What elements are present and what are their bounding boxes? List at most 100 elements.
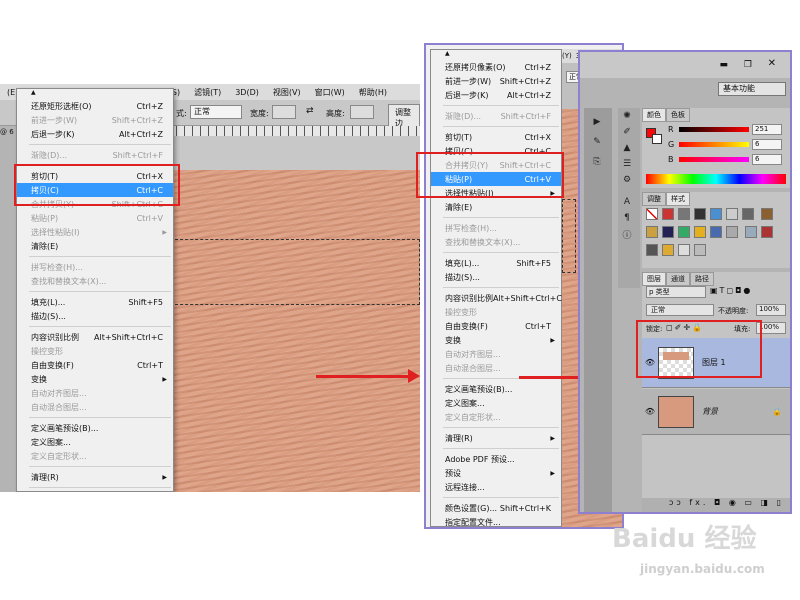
menu-item[interactable]: 自动对齐图层... <box>431 347 561 361</box>
menu-item[interactable]: 定义自定形状... <box>431 410 561 424</box>
scroll-up-icon[interactable]: ▲ <box>17 89 173 99</box>
menu-item[interactable]: 还原矩形选框(O) Ctrl+Z <box>17 99 173 113</box>
menu-item[interactable]: 变换 ▶ <box>17 372 173 386</box>
menu-item[interactable]: 自动对齐图层... <box>17 386 173 400</box>
panel-tab[interactable]: 样式 <box>666 192 690 206</box>
opacity-field[interactable]: 100% <box>756 304 786 316</box>
channel-value[interactable]: 251 <box>752 124 782 135</box>
menu-item[interactable]: 定义自定形状... <box>17 449 173 463</box>
layer-actions[interactable]: ↄↄ fx. ◘ ◉ ▭ ◨ ▯ <box>642 498 790 512</box>
layer-row-background[interactable]: 👁 背景 🔒 <box>642 389 790 435</box>
panel-tab[interactable]: 调整 <box>642 192 666 206</box>
menu-item[interactable]: 自由变换(F) Ctrl+T <box>431 319 561 333</box>
menu-item[interactable]: 填充(L)... Shift+F5 <box>17 295 173 309</box>
menu-item[interactable]: 定义图案... <box>431 396 561 410</box>
sliders-icon[interactable]: ☰ <box>618 156 636 172</box>
menu-bar-item[interactable]: 滤镜(T) <box>187 87 228 98</box>
style-swatch[interactable] <box>726 208 738 220</box>
menu-item[interactable]: 填充(L)... Shift+F5 <box>431 256 561 270</box>
channel-value[interactable]: 6 <box>752 139 782 150</box>
panel-tab[interactable]: 路径 <box>690 272 714 286</box>
menu-item[interactable]: 指定配置文件... <box>431 515 561 527</box>
menu-item[interactable]: 拼写检查(H)... <box>17 260 173 274</box>
menu-item[interactable]: 查找和替换文本(X)... <box>431 235 561 249</box>
style-swatch[interactable] <box>646 226 658 238</box>
settings-icon[interactable]: ⚙ <box>618 172 636 188</box>
color-spectrum[interactable] <box>646 174 786 184</box>
menu-item[interactable]: 清除(E) <box>431 200 561 214</box>
menu-item[interactable]: 拼写检查(H)... <box>431 221 561 235</box>
style-swatch[interactable] <box>760 226 773 238</box>
play-icon[interactable]: ▶ <box>588 114 606 130</box>
menu-item[interactable]: Adobe PDF 预设... <box>431 452 561 466</box>
menu-bar-item[interactable]: 窗口(W) <box>308 87 352 98</box>
channel-value[interactable]: 6 <box>752 154 782 165</box>
style-swatch[interactable] <box>694 244 706 256</box>
menu-item[interactable]: 内容识别比例 Alt+Shift+Ctrl+C <box>17 330 173 344</box>
menu-item[interactable]: 自由变换(F) Ctrl+T <box>17 358 173 372</box>
menu-item[interactable]: 定义画笔预设(B)... <box>17 421 173 435</box>
height-field[interactable] <box>350 105 374 119</box>
style-swatch[interactable] <box>742 208 754 220</box>
menu-item[interactable]: 自动混合图层... <box>431 361 561 375</box>
eye-icon[interactable]: 👁 <box>642 407 658 416</box>
menu-item[interactable]: 操控变形 <box>17 344 173 358</box>
style-swatch[interactable] <box>678 244 690 256</box>
style-swatch[interactable] <box>662 244 674 256</box>
style-swatch[interactable] <box>726 226 738 238</box>
menu-item[interactable]: 渐隐(D)... Shift+Ctrl+F <box>431 109 561 123</box>
style-swatch[interactable] <box>678 226 690 238</box>
menu-item[interactable]: 后退一步(K) Alt+Ctrl+Z <box>431 88 561 102</box>
menu-item[interactable]: 远程连接... <box>431 480 561 494</box>
swap-icon[interactable]: ⇄ <box>306 106 314 116</box>
menu-item[interactable]: 选择性粘贴(I) ▶ <box>17 225 173 239</box>
restore-icon[interactable]: ❐ <box>744 60 752 70</box>
style-swatch[interactable] <box>694 208 706 220</box>
minimize-icon[interactable]: ▬ <box>719 60 728 70</box>
blend-mode-select[interactable]: 正常 <box>646 304 714 316</box>
menu-bar-item[interactable]: (Y) <box>562 52 572 60</box>
style-swatch[interactable] <box>710 208 722 220</box>
filter-icons[interactable]: ▣T◻◘● <box>710 286 752 295</box>
menu-item[interactable]: 后退一步(K) Alt+Ctrl+Z <box>17 127 173 141</box>
menu-item[interactable]: Adobe PDF 预设... <box>17 491 173 492</box>
history-icon[interactable]: ✎ <box>588 134 606 150</box>
style-swatch[interactable] <box>710 226 722 238</box>
menu-item[interactable]: 查找和替换文本(X)... <box>17 274 173 288</box>
panel-tab[interactable]: 图层 <box>642 272 666 286</box>
menu-item[interactable]: 剪切(T) Ctrl+X <box>431 130 561 144</box>
style-swatch[interactable] <box>646 244 658 256</box>
menu-item[interactable]: 渐隐(D)... Shift+Ctrl+F <box>17 148 173 162</box>
menu-bar-item[interactable]: 视图(V) <box>266 87 308 98</box>
clone-icon[interactable]: ⎘ <box>588 154 606 170</box>
panel-tab[interactable]: 通道 <box>666 272 690 286</box>
menu-bar-item[interactable]: 帮助(H) <box>352 87 394 98</box>
menu-item[interactable]: 变换 ▶ <box>431 333 561 347</box>
close-icon[interactable]: ✕ <box>768 58 776 69</box>
menu-item[interactable]: 预设 ▶ <box>431 466 561 480</box>
style-swatch[interactable] <box>694 226 706 238</box>
style-swatch[interactable] <box>662 208 674 220</box>
menu-item[interactable]: 定义图案... <box>17 435 173 449</box>
background-swatch[interactable] <box>652 134 662 144</box>
menu-item[interactable]: 清理(R) ▶ <box>431 431 561 445</box>
style-none[interactable] <box>646 208 658 220</box>
histogram-icon[interactable]: ▲ <box>618 140 636 156</box>
text-icon[interactable]: A <box>618 194 636 210</box>
info-icon[interactable]: ⓘ <box>618 226 636 242</box>
menu-item[interactable]: 定义画笔预设(B)... <box>431 382 561 396</box>
channel-slider[interactable] <box>679 127 749 132</box>
panel-tab[interactable]: 颜色 <box>642 108 666 122</box>
menu-item[interactable]: 自动混合图层... <box>17 400 173 414</box>
menu-bar-item[interactable]: 3D(D) <box>228 88 266 97</box>
menu-item[interactable]: 内容识别比例 Alt+Shift+Ctrl+C <box>431 291 562 305</box>
menu-item[interactable]: 前进一步(W) Shift+Ctrl+Z <box>17 113 173 127</box>
scroll-up-icon[interactable]: ▲ <box>431 50 561 60</box>
panel-tab[interactable]: 色板 <box>666 108 690 122</box>
style-swatch[interactable] <box>760 208 773 220</box>
menu-item[interactable]: 操控变形 <box>431 305 561 319</box>
menu-item[interactable]: 描边(S)... <box>17 309 173 323</box>
menu-item[interactable]: 描边(S)... <box>431 270 561 284</box>
menu-item[interactable]: 清除(E) <box>17 239 173 253</box>
layer-filter[interactable]: p 类型 <box>646 286 706 298</box>
